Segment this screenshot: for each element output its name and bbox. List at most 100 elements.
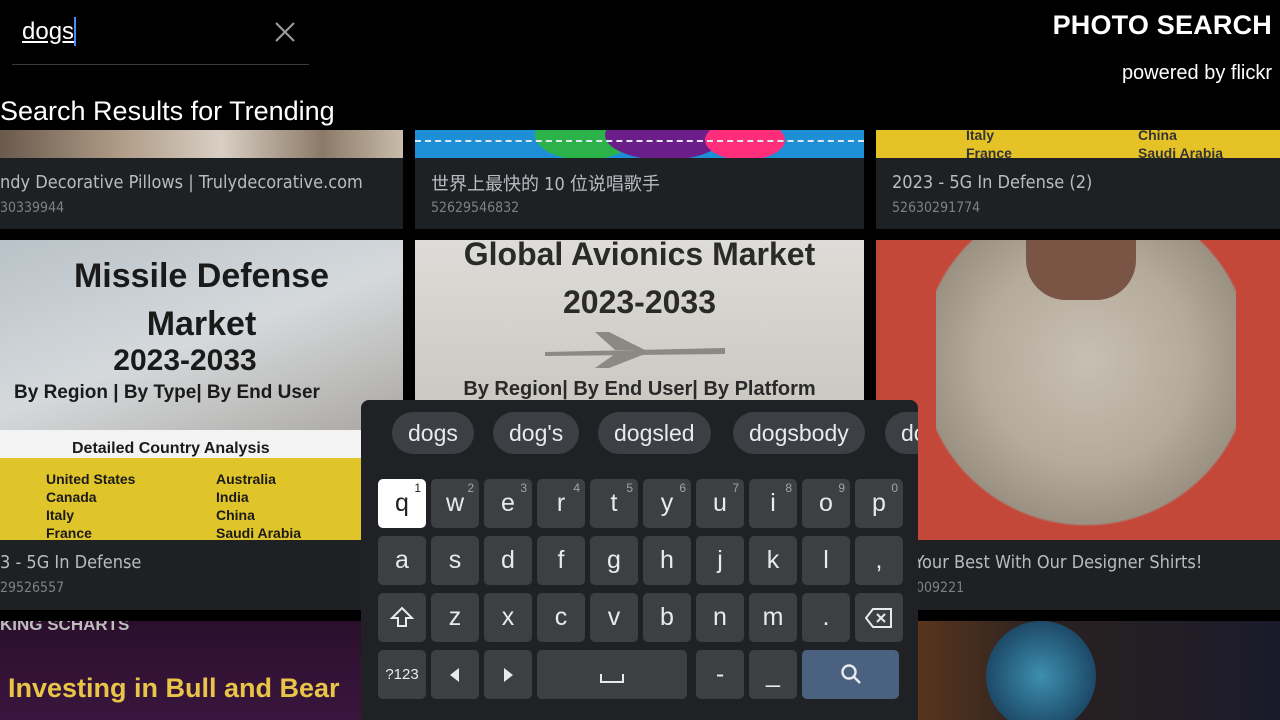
- result-card[interactable]: [876, 621, 1280, 720]
- close-icon: [275, 22, 295, 42]
- key-hint: 4: [573, 481, 580, 495]
- suggestion-chip[interactable]: dogs: [392, 412, 474, 454]
- result-title: 世界上最快的 10 位说唱歌手: [431, 174, 660, 195]
- poster-title-line: Market: [146, 305, 257, 343]
- country-label: Italy: [46, 507, 75, 523]
- country-label: United States: [46, 471, 136, 487]
- result-thumbnail: [415, 130, 864, 158]
- key-hint: 2: [467, 481, 474, 495]
- result-id: 30339944: [0, 200, 65, 216]
- result-card[interactable]: KING SCHARTS Investing in Bull and Bear: [0, 621, 403, 720]
- country-label: Canada: [46, 489, 97, 505]
- key-s[interactable]: s: [431, 536, 479, 585]
- key-o[interactable]: o9: [802, 479, 850, 528]
- suggestion-chip[interactable]: dogsbody: [733, 412, 865, 454]
- poster-title: Investing in Bull and Bear: [8, 673, 340, 703]
- result-meta: ndy Decorative Pillows | Trulydecorative…: [0, 158, 403, 229]
- country-label: China: [1138, 130, 1177, 143]
- key-hint: 6: [679, 481, 686, 495]
- poster-subtitle: By Region | By Type| By End User: [14, 382, 320, 403]
- country-label: Australia: [216, 471, 276, 487]
- key-n[interactable]: n: [696, 593, 744, 642]
- key-z[interactable]: z: [431, 593, 479, 642]
- key-hint: 9: [838, 481, 845, 495]
- shift-key[interactable]: [378, 593, 426, 642]
- result-id: 29526557: [0, 580, 65, 596]
- key-label: q: [395, 489, 409, 517]
- result-title: ndy Decorative Pillows | Trulydecorative…: [0, 172, 363, 193]
- key-hint: 0: [891, 481, 898, 495]
- key-j[interactable]: j: [696, 536, 744, 585]
- left-arrow-icon: [450, 668, 459, 682]
- key-v[interactable]: v: [590, 593, 638, 642]
- key-q[interactable]: q1: [378, 479, 426, 528]
- result-thumbnail: Missile Defense Market 2023-2033 By Regi…: [0, 240, 403, 540]
- airplane-image: [545, 332, 725, 368]
- result-card[interactable]: Missile Defense Market 2023-2033 By Regi…: [0, 240, 403, 610]
- key-t[interactable]: t5: [590, 479, 638, 528]
- clear-search-button[interactable]: [270, 17, 300, 47]
- result-meta: 世界上最快的 10 位说唱歌手 52629546832: [415, 158, 864, 229]
- key-f[interactable]: f: [537, 536, 585, 585]
- poster-analysis-label: Detailed Country Analysis: [72, 440, 270, 457]
- key-label: w: [445, 489, 465, 517]
- result-card[interactable]: k Your Best With Our Designer Shirts! 30…: [876, 240, 1280, 610]
- space-key[interactable]: [537, 650, 687, 699]
- key-label: y: [660, 489, 674, 517]
- country-label: Saudi Arabia: [216, 525, 302, 540]
- key-b[interactable]: b: [643, 593, 691, 642]
- suggestion-chip[interactable]: dog's: [493, 412, 580, 454]
- key-h[interactable]: h: [643, 536, 691, 585]
- key-m[interactable]: m: [749, 593, 797, 642]
- key-label: i: [770, 489, 776, 517]
- key-i[interactable]: i8: [749, 479, 797, 528]
- key-d[interactable]: d: [484, 536, 532, 585]
- key-comma[interactable]: ,: [855, 536, 903, 585]
- search-key[interactable]: [802, 650, 899, 699]
- result-card[interactable]: 世界上最快的 10 位说唱歌手 52629546832: [415, 130, 864, 229]
- key-label: o: [819, 489, 833, 517]
- result-thumbnail: Italy France China Saudi Arabia: [876, 130, 1280, 158]
- cursor-left-key[interactable]: [431, 650, 479, 699]
- underscore-key[interactable]: _: [749, 650, 797, 699]
- key-a[interactable]: a: [378, 536, 426, 585]
- key-w[interactable]: w2: [431, 479, 479, 528]
- powered-by-label: powered by flickr: [1121, 62, 1272, 84]
- result-card[interactable]: Italy France China Saudi Arabia 2023 - 5…: [876, 130, 1280, 229]
- result-meta: 2023 - 5G In Defense (2) 52630291774: [876, 158, 1280, 229]
- key-g[interactable]: g: [590, 536, 638, 585]
- key-x[interactable]: x: [484, 593, 532, 642]
- result-meta: 3 - 5G In Defense 29526557: [0, 540, 403, 610]
- result-id: 52630291774: [892, 200, 981, 216]
- poster-title-line: Global Avionics Market: [463, 240, 816, 272]
- dash-key[interactable]: -: [696, 650, 744, 699]
- key-c[interactable]: c: [537, 593, 585, 642]
- key-hint: 8: [785, 481, 792, 495]
- key-u[interactable]: u7: [696, 479, 744, 528]
- poster-years: 2023-2033: [113, 344, 257, 377]
- suggestion-chip[interactable]: do: [885, 412, 918, 454]
- search-bar: [12, 0, 309, 65]
- key-p[interactable]: p0: [855, 479, 903, 528]
- key-r[interactable]: r4: [537, 479, 585, 528]
- poster-header: KING SCHARTS: [0, 621, 130, 634]
- symbols-key[interactable]: ?123: [378, 650, 426, 699]
- result-card[interactable]: ndy Decorative Pillows | Trulydecorative…: [0, 130, 403, 229]
- result-thumbnail: KING SCHARTS Investing in Bull and Bear: [0, 621, 403, 720]
- key-e[interactable]: e3: [484, 479, 532, 528]
- key-label: p: [872, 489, 886, 517]
- suggestion-chip[interactable]: dogsled: [598, 412, 711, 454]
- key-label: u: [713, 489, 727, 517]
- country-label: China: [216, 507, 255, 523]
- cursor-right-key[interactable]: [484, 650, 532, 699]
- key-period[interactable]: .: [802, 593, 850, 642]
- search-input[interactable]: [22, 14, 262, 50]
- result-title: 2023 - 5G In Defense (2): [892, 172, 1093, 193]
- key-l[interactable]: l: [802, 536, 850, 585]
- key-k[interactable]: k: [749, 536, 797, 585]
- key-hint: 5: [626, 481, 633, 495]
- key-hint: 3: [520, 481, 527, 495]
- key-y[interactable]: y6: [643, 479, 691, 528]
- search-icon: [840, 664, 861, 684]
- backspace-key[interactable]: [855, 593, 903, 642]
